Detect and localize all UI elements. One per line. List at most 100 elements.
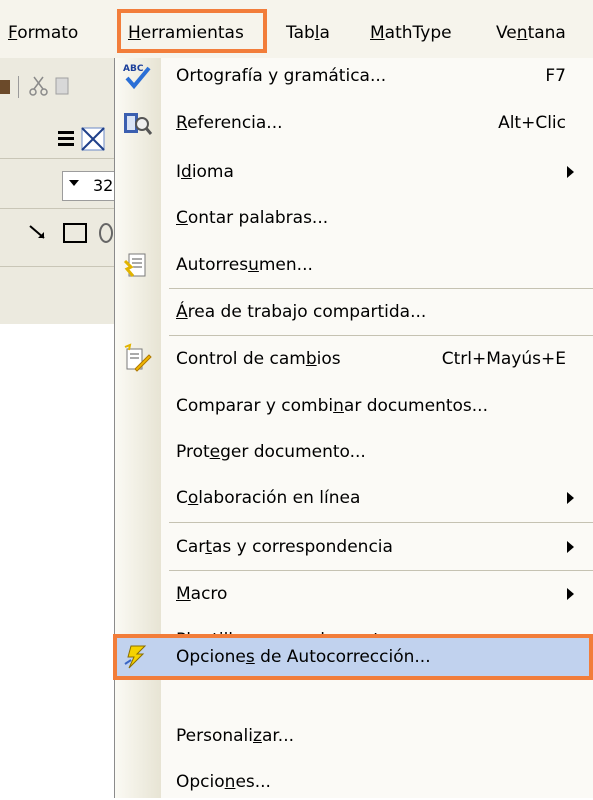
toolbar-divider — [0, 266, 114, 267]
menu-formato-label-post: ormato — [17, 23, 79, 43]
spelling-check-icon: ABC — [123, 64, 151, 90]
autocorreccion-highlight-box — [113, 634, 593, 680]
menu-item-label-u: e — [209, 442, 221, 462]
menu-item-contar-palabras[interactable]: Contar palabras... — [115, 200, 593, 236]
menu-item-label-post: rea de trabajo compartida... — [187, 302, 427, 322]
menu-separator — [169, 335, 593, 336]
menu-item-label-post: laboración en línea — [198, 488, 361, 508]
herramientas-highlight-box — [117, 9, 267, 53]
menu-item-referencia[interactable]: Referencia... Alt+Clic — [115, 105, 593, 141]
menu-item-label-post: ios — [316, 349, 341, 369]
menu-item-label-post: eferencia... — [187, 113, 283, 133]
menu-item-label: Comparar y combinar documentos... — [176, 394, 488, 418]
menu-item-label-post: ar... — [261, 726, 294, 746]
menu-item-opciones[interactable]: Opciones... — [115, 764, 593, 800]
menu-item-ortografia[interactable]: ABC Ortografía y gramática... F7 — [115, 58, 593, 94]
menu-item-label-pre: C — [176, 488, 188, 508]
menu-item-label-pre: Car — [176, 537, 206, 557]
font-size-value: 32 — [93, 176, 114, 195]
arrow-tool-icon[interactable] — [29, 225, 45, 239]
rectangle-tool-icon[interactable] — [63, 223, 87, 243]
menu-item-label-u: Á — [176, 302, 188, 322]
menu-bar: Formato Herramientas Tabla MathType Vent… — [0, 0, 593, 58]
paint-icon[interactable] — [0, 80, 10, 94]
menu-item-autorresumen[interactable]: Autorresumen... — [115, 247, 593, 283]
cut-icon[interactable] — [29, 76, 48, 96]
menu-item-label-post: men... — [258, 255, 313, 275]
menu-item-label-pre: Ortografía y gramática... — [176, 66, 387, 86]
menu-mathtype-label-post: athType — [384, 23, 452, 43]
toolbar-separator — [18, 76, 19, 98]
menu-item-label-post: ger documento... — [220, 442, 366, 462]
menu-item-label: Personalizar... — [176, 724, 294, 748]
menu-item-label-post: acro — [190, 584, 228, 604]
menu-item-label: Proteger documento... — [176, 440, 366, 464]
menu-item-label: Ortografía y gramática... — [176, 64, 386, 88]
menu-item-proteger-documento[interactable]: Proteger documento... — [115, 434, 593, 470]
menu-item-label-u: C — [176, 208, 188, 228]
menu-item-label-u: o — [187, 488, 199, 508]
menu-item-label-pre: Personali — [176, 726, 253, 746]
menu-item-cartas-correspondencia[interactable]: Cartas y correspondencia — [115, 529, 593, 565]
submenu-arrow-icon — [567, 541, 574, 553]
chevron-down-icon[interactable] — [69, 180, 79, 186]
menu-item-label-pre: Autorres — [176, 255, 249, 275]
menu-mathtype-label-u: M — [370, 23, 385, 43]
toolbar-row-4-icons — [29, 223, 113, 243]
copy-icon[interactable] — [55, 77, 69, 95]
menu-item-label-post: ar documentos... — [343, 396, 488, 416]
menu-item-label: Cartas y correspondencia — [176, 535, 393, 559]
svg-text:ABC: ABC — [123, 64, 144, 74]
menu-item-label-pre: Control de cam — [176, 349, 306, 369]
submenu-arrow-icon — [567, 492, 574, 504]
menu-item-control-cambios[interactable]: Control de cambios Ctrl+Mayús+E — [115, 341, 593, 377]
menu-item-area-trabajo[interactable]: Área de trabajo compartida... — [115, 294, 593, 330]
menu-item-label-u: u — [248, 255, 259, 275]
oval-tool-icon[interactable] — [99, 223, 113, 243]
menu-separator — [169, 570, 593, 571]
menu-formato[interactable]: Formato — [8, 22, 78, 44]
menu-item-shortcut: Ctrl+Mayús+E — [441, 349, 566, 369]
toolbar-row-2-icons — [58, 127, 105, 151]
menu-item-label-u: R — [176, 113, 188, 133]
menu-item-label-post: ontar palabras... — [187, 208, 329, 228]
toolbar-strip: 32 — [0, 58, 114, 324]
toolbar-row-1-icons — [0, 76, 69, 98]
menu-item-label-pre: Opcio — [176, 772, 225, 792]
menu-formato-label-u: F — [8, 23, 18, 43]
menu-item-comparar-combinar[interactable]: Comparar y combinar documentos... — [115, 388, 593, 424]
menu-item-label-u: n — [333, 396, 344, 416]
menu-tabla-label-post: a — [319, 23, 330, 43]
toolbar-divider — [0, 158, 114, 159]
menu-ventana[interactable]: Ventana — [496, 22, 566, 44]
menu-tabla[interactable]: Tabla — [286, 22, 330, 44]
menu-item-label-post: as y correspondencia — [211, 537, 393, 557]
justify-icon[interactable] — [58, 131, 74, 146]
menu-item-label-u: d — [181, 162, 192, 182]
menu-item-label-post: es... — [235, 772, 271, 792]
menu-item-label: Control de cambios — [176, 347, 341, 371]
menu-item-label-u: M — [176, 584, 191, 604]
menu-item-label-pre: Comparar y combi — [176, 396, 334, 416]
autosummarize-icon — [123, 253, 146, 277]
menu-tabla-label-pre: Tab — [286, 23, 315, 43]
menu-item-label-u: t — [205, 537, 212, 557]
menu-item-idioma[interactable]: Idioma — [115, 154, 593, 190]
menu-item-shortcut: F7 — [545, 66, 566, 86]
menu-item-macro[interactable]: Macro — [115, 576, 593, 612]
menu-ventana-label-pre: Ve — [496, 23, 517, 43]
menu-ventana-label-post: tana — [527, 23, 566, 43]
font-size-combo[interactable]: 32 — [62, 171, 114, 201]
menu-item-personalizar[interactable]: Personalizar... — [115, 718, 593, 754]
menu-mathtype[interactable]: MathType — [370, 22, 452, 44]
menu-item-label-pre: Prot — [176, 442, 210, 462]
document-area — [0, 324, 114, 798]
menu-item-label: Idioma — [176, 160, 234, 184]
table-borders-icon[interactable] — [81, 127, 105, 151]
menu-item-label: Referencia... — [176, 111, 283, 135]
menu-separator — [169, 522, 593, 523]
menu-item-label: Colaboración en línea — [176, 486, 360, 510]
research-book-icon — [124, 113, 153, 135]
menu-item-label: Macro — [176, 582, 227, 606]
menu-item-colaboracion-linea[interactable]: Colaboración en línea — [115, 480, 593, 516]
